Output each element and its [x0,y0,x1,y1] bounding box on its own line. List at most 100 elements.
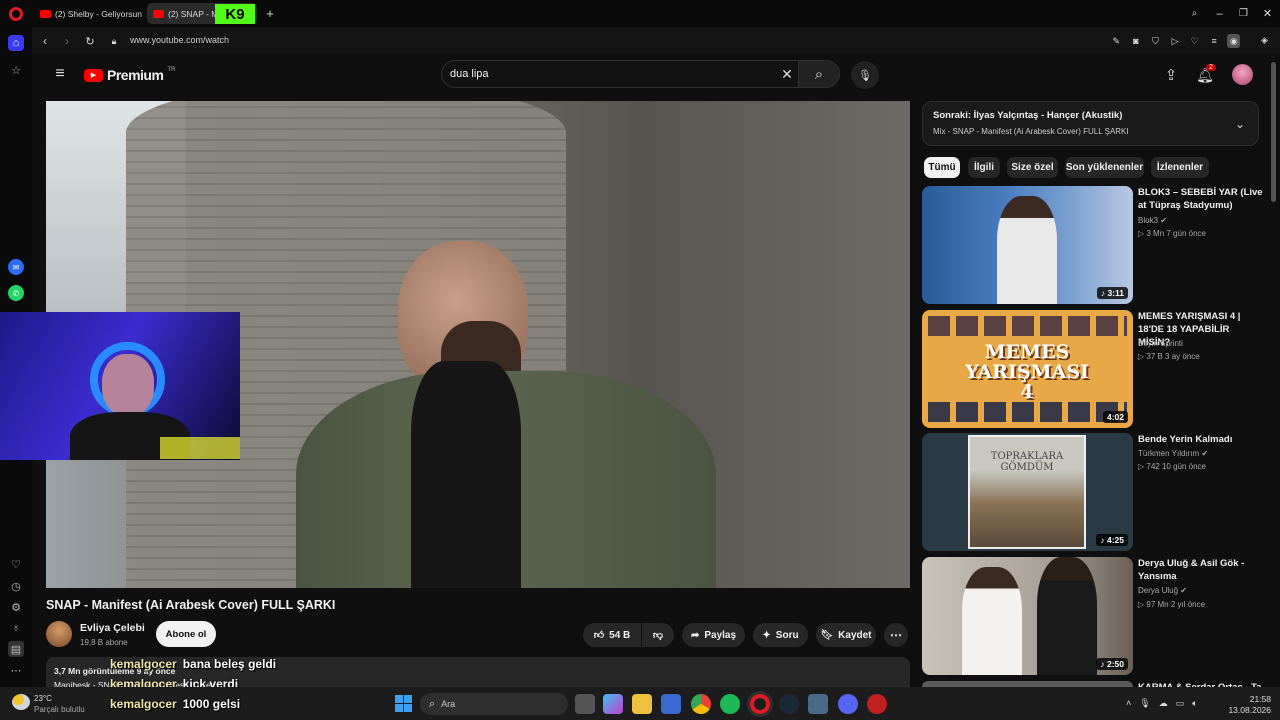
like-count: 54 B [609,629,631,641]
task-view-icon[interactable] [575,694,595,714]
search-button[interactable]: ⌕ [798,60,840,88]
url-field[interactable]: www.youtube.com/watch [130,35,229,45]
search-tabs-icon[interactable]: ⌕ [1188,7,1201,20]
chip-for-you[interactable]: Size özel [1007,157,1058,178]
channel-avatar[interactable] [46,621,72,647]
person-turtleneck [411,361,521,588]
related-title[interactable]: Bende Yerin Kalmadı [1138,433,1263,446]
maximize-icon[interactable]: ❐ [1237,7,1250,20]
messenger-icon[interactable]: ✉ [8,259,24,275]
shield-icon[interactable]: ⛉ [1149,34,1162,48]
discord-icon[interactable] [838,694,858,714]
page-scrollbar[interactable] [1271,62,1276,202]
mic-icon[interactable]: 🎙︎ [1139,698,1150,710]
star-icon[interactable]: ☆ [8,62,24,78]
notifications-badge: 2 [1206,64,1216,71]
chip-watched[interactable]: İzlenenler [1151,157,1209,178]
copilot-icon[interactable] [603,694,623,714]
save-button[interactable]: 🔖︎ Kaydet [816,623,876,647]
camera-icon[interactable]: ◙ [1130,34,1143,48]
duration-badge: ♪ 4:25 [1096,534,1128,546]
verified-icon: ✔︎ [1180,586,1187,595]
thumb-faces-bottom [928,402,1127,422]
clock-time[interactable]: 21:58 [1229,694,1271,704]
related-thumbnail[interactable]: ♪ 3:11 [922,186,1133,304]
clock-date[interactable]: 13.08.2026 [1221,705,1271,715]
related-channel[interactable]: Derya Uluğ ✔︎ [1138,586,1187,595]
play-icon[interactable]: ▷ [1169,34,1182,48]
display-icon[interactable]: ▭ [1176,698,1185,710]
heart-icon[interactable]: ♡ [1188,34,1201,48]
close-window-icon[interactable]: ✕ [1261,7,1274,20]
heart-icon[interactable]: ♡ [8,556,24,572]
whatsapp-icon[interactable]: ✆ [8,285,24,301]
channel-text: Blok3 [1138,216,1159,225]
new-tab-icon[interactable]: + [263,6,277,21]
like-button[interactable]: 👍︎ 54 B [583,623,641,647]
extension-icon[interactable]: ◈ [1258,34,1271,47]
youtube-play-icon: ▶ [84,68,103,82]
settings-icon[interactable]: ⚙ [8,599,24,615]
dislike-button[interactable]: 👎︎ [642,623,674,647]
volume-icon[interactable]: 🔈︎ [1192,698,1197,710]
steam-icon[interactable] [779,694,799,714]
avatar[interactable] [1232,64,1253,85]
windows-start-icon[interactable] [395,695,412,712]
related-title[interactable]: BLOK3 – SEBEBİ YAR (Live at Tüpraş Stady… [1138,186,1263,212]
bulb-icon[interactable]: ♁ [8,620,24,636]
chrome-icon[interactable] [691,694,711,714]
chip-related[interactable]: İlgili [968,157,1000,178]
related-thumbnail[interactable]: MEMES YARIŞMASI 4 4:02 [922,310,1133,428]
chip-all[interactable]: Tümü [924,157,960,178]
more-actions-button[interactable]: ⋯ [884,623,908,647]
address-bar: ‹ › ↻ 🔒︎ www.youtube.com/watch ✎ ◙ ⛉ ▷ ♡… [32,27,1280,54]
hamburger-menu-icon[interactable]: ≡ [51,65,69,82]
ask-button[interactable]: ✦ Soru [753,623,808,647]
verified-icon: ✔︎ [1201,449,1209,458]
edit-icon[interactable]: ✎ [1110,34,1123,48]
browser-tab-bar: (2) Shelby - Geliyorsun Ak (2) SNAP - Ma… [0,0,1280,27]
back-icon[interactable]: ‹ [38,34,52,48]
related-thumbnail[interactable]: TOPRAKLARA GÖMDÜM ♪ 4:25 [922,433,1133,551]
related-title[interactable]: Derya Uluğ & Asil Gök - Yansıma [1138,557,1263,583]
more-icon[interactable]: ⋯ [8,662,24,678]
forward-icon[interactable]: › [60,34,74,48]
minimize-icon[interactable]: – [1213,7,1226,20]
menu-icon[interactable]: ≡ [1208,34,1221,48]
upload-icon[interactable]: ⇪ [1162,66,1180,84]
chip-recent[interactable]: Son yüklenenler [1065,157,1144,178]
cloud-icon[interactable]: ☁︎ [1159,698,1168,710]
related-thumbnail[interactable]: ♪ 2:50 [922,557,1133,675]
subscribe-button[interactable]: Abone ol [156,621,216,647]
reload-icon[interactable]: ↻ [83,34,97,48]
weather-icon[interactable] [12,694,30,710]
opera-logo-icon[interactable] [9,7,23,21]
taskbar-search[interactable]: ⌕ Ara [420,693,568,715]
spotify-icon[interactable] [720,694,740,714]
thumbs-down-icon: 👎︎ [652,630,664,641]
meta-text: 97 Mn 2 yıl önce [1146,600,1206,609]
related-channel[interactable]: Blok3 ✔︎ [1138,216,1167,225]
channel-name[interactable]: Evliya Çelebi [80,622,145,634]
voice-search-icon[interactable]: 🎙︎ [851,61,879,89]
search-input[interactable] [450,64,770,84]
home-icon[interactable]: ⌂ [8,35,24,51]
app-icon-red[interactable] [867,694,887,714]
chevron-up-icon[interactable]: ˄ [1126,698,1131,710]
profile-icon[interactable]: ◉ [1227,34,1241,48]
related-channel[interactable]: Türkmen Yıldırım ✔︎ [1138,449,1208,458]
up-next-panel[interactable] [922,101,1259,146]
up-next-subtitle: Mix - SNAP - Manifest (Ai Arabesk Cover)… [933,127,1129,136]
downloads-icon[interactable]: ▤ [8,641,24,657]
clear-search-icon[interactable]: ✕ [779,66,795,82]
tab-shelby[interactable]: (2) Shelby - Geliyorsun Ak [34,3,144,24]
chevron-down-icon[interactable]: ⌄ [1232,116,1248,132]
related-channel[interactable]: Beyin Sprinti [1138,339,1183,348]
history-icon[interactable]: ◷ [8,578,24,594]
app-icon[interactable] [808,694,828,714]
youtube-logo[interactable]: ▶ Premium TR [84,66,175,84]
opera-icon[interactable] [750,694,770,714]
file-explorer-icon[interactable] [632,694,652,714]
store-icon[interactable] [661,694,681,714]
share-button[interactable]: ➦ Paylaş [682,623,745,647]
